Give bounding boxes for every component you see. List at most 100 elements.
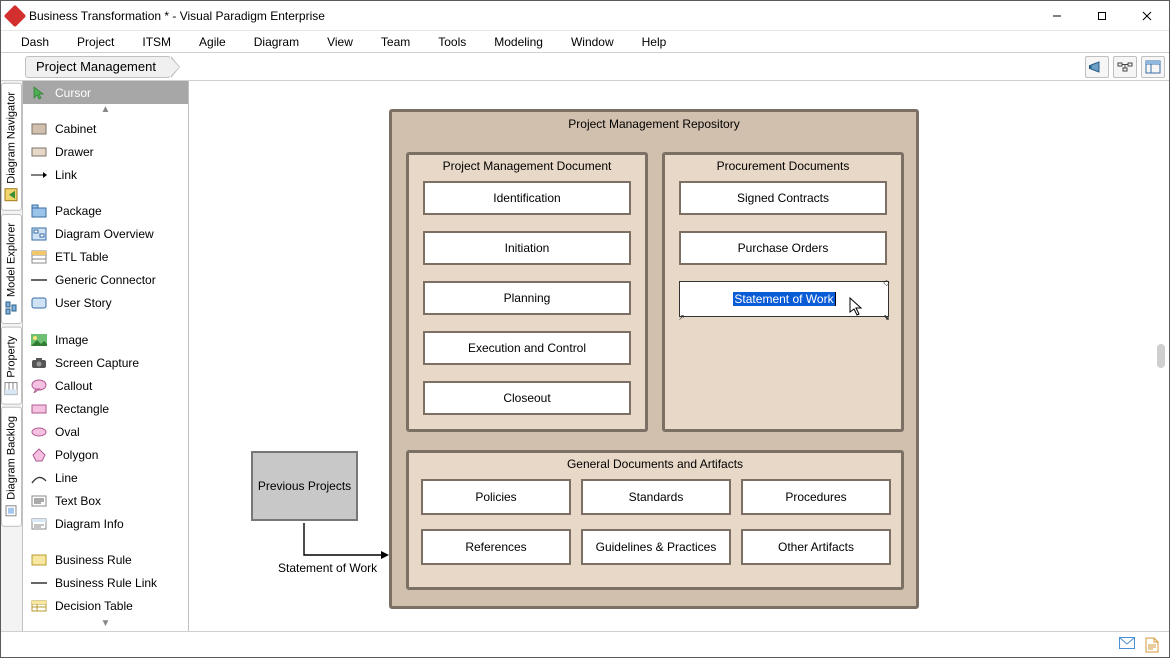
menu-view[interactable]: View	[313, 33, 367, 51]
sidetab-model-explorer[interactable]: Model Explorer	[1, 214, 22, 324]
doc-other[interactable]: Other Artifacts	[741, 529, 891, 565]
menu-team[interactable]: Team	[367, 33, 424, 51]
palette-oval[interactable]: Oval	[23, 420, 188, 443]
palette-cursor[interactable]: Cursor	[23, 81, 188, 104]
palette-expand-5[interactable]: ▼	[23, 618, 188, 631]
palette-textbox[interactable]: Text Box	[23, 489, 188, 512]
menu-project[interactable]: Project	[63, 33, 128, 51]
doc-identification[interactable]: Identification	[423, 181, 631, 215]
window-title: Business Transformation * - Visual Parad…	[29, 9, 1034, 23]
doc-references[interactable]: References	[421, 529, 571, 565]
cursor-icon	[31, 86, 47, 100]
palette-userstory[interactable]: User Story	[23, 292, 188, 315]
doc-purchase-orders[interactable]: Purchase Orders	[679, 231, 887, 265]
menu-itsm[interactable]: ITSM	[128, 33, 185, 51]
doc-policies[interactable]: Policies	[421, 479, 571, 515]
palette-expand-4[interactable]	[23, 535, 188, 548]
doc-guidelines[interactable]: Guidelines & Practices	[581, 529, 731, 565]
breadcrumb[interactable]: Project Management	[25, 56, 171, 78]
diagraminfo-icon	[31, 517, 47, 531]
breadcrumb-label: Project Management	[36, 59, 156, 74]
palette-connector[interactable]: Generic Connector	[23, 269, 188, 292]
oval-icon	[31, 425, 47, 439]
menu-window[interactable]: Window	[557, 33, 628, 51]
menu-agile[interactable]: Agile	[185, 33, 240, 51]
menu-diagram[interactable]: Diagram	[240, 33, 313, 51]
cabinet-repository[interactable]: Project Management Repository Project Ma…	[389, 109, 919, 609]
bizrulelink-icon	[31, 576, 47, 590]
doc-closeout[interactable]: Closeout	[423, 381, 631, 415]
property-icon	[5, 381, 19, 395]
palette-decisiontable[interactable]: Decision Table	[23, 595, 188, 618]
palette-link[interactable]: Link	[23, 163, 188, 186]
edge-prev-to-repo	[249, 519, 395, 559]
menu-tools[interactable]: Tools	[424, 33, 480, 51]
doc-initiation[interactable]: Initiation	[423, 231, 631, 265]
doc-sow-input[interactable]: Statement of Work	[733, 292, 834, 306]
side-tabs: Diagram Navigator Model Explorer Propert…	[1, 81, 23, 631]
palette-expand-3[interactable]	[23, 315, 188, 328]
bizrule-icon	[31, 553, 47, 567]
menu-help[interactable]: Help	[628, 33, 681, 51]
palette-rectangle[interactable]: Rectangle	[23, 397, 188, 420]
node-previous-projects[interactable]: Previous Projects	[251, 451, 358, 521]
palette-image[interactable]: Image	[23, 328, 188, 351]
palette-etl[interactable]: ETL Table	[23, 246, 188, 269]
palette-callout[interactable]: Callout	[23, 374, 188, 397]
palette-bizrulelink[interactable]: Business Rule Link	[23, 572, 188, 595]
backlog-icon	[5, 504, 19, 518]
edge-label-sow: Statement of Work	[278, 561, 377, 575]
palette-package[interactable]: Package	[23, 200, 188, 223]
palette-expand-1[interactable]: ▲	[23, 104, 188, 117]
menu-dash[interactable]: Dash	[7, 33, 63, 51]
resize-handle-br[interactable]: ⬊	[883, 313, 890, 320]
note-icon[interactable]	[1145, 637, 1161, 653]
minimize-button[interactable]	[1034, 1, 1079, 30]
image-icon	[31, 333, 47, 347]
doc-sow-editing[interactable]: Statement of Work ◇ ↗ ⬊	[679, 281, 889, 317]
doc-standards[interactable]: Standards	[581, 479, 731, 515]
vertical-scrollbar[interactable]	[1153, 81, 1169, 631]
panes-button[interactable]	[1141, 56, 1165, 78]
drawer-title-proc: Procurement Documents	[665, 155, 901, 175]
connector-icon	[31, 273, 47, 287]
close-button[interactable]	[1124, 1, 1169, 30]
layout-button[interactable]	[1113, 56, 1137, 78]
palette-diagraminfo[interactable]: Diagram Info	[23, 512, 188, 535]
resize-handle-bl[interactable]: ↗	[678, 313, 685, 320]
drawer-procurement[interactable]: Procurement Documents Signed Contracts P…	[662, 152, 904, 432]
palette-bizrule[interactable]: Business Rule	[23, 549, 188, 572]
textbox-icon	[31, 494, 47, 508]
doc-procedures[interactable]: Procedures	[741, 479, 891, 515]
doc-planning[interactable]: Planning	[423, 281, 631, 315]
explorer-icon	[5, 301, 19, 315]
scrollbar-thumb[interactable]	[1157, 344, 1165, 368]
palette-line[interactable]: Line	[23, 466, 188, 489]
drawer-pm-doc[interactable]: Project Management Document Identificati…	[406, 152, 648, 432]
palette-overview[interactable]: Diagram Overview	[23, 223, 188, 246]
palette-cabinet[interactable]: Cabinet	[23, 117, 188, 140]
resize-handle-tr[interactable]: ◇	[883, 278, 890, 285]
maximize-button[interactable]	[1079, 1, 1124, 30]
sidetab-property[interactable]: Property	[1, 327, 22, 405]
drawer-general[interactable]: General Documents and Artifacts Policies…	[406, 450, 904, 590]
palette-drawer[interactable]: Drawer	[23, 140, 188, 163]
line-icon	[31, 471, 47, 485]
doc-execution[interactable]: Execution and Control	[423, 331, 631, 365]
toolbar: Project Management	[1, 53, 1169, 81]
app-icon	[7, 8, 23, 24]
main-body: Diagram Navigator Model Explorer Propert…	[1, 81, 1169, 631]
sidetab-diagram-backlog[interactable]: Diagram Backlog	[1, 407, 22, 527]
canvas[interactable]: Project Management Repository Project Ma…	[189, 81, 1169, 631]
mail-icon[interactable]	[1119, 637, 1135, 653]
status-bar	[1, 631, 1169, 657]
menu-modeling[interactable]: Modeling	[480, 33, 557, 51]
palette-expand-2[interactable]	[23, 186, 188, 199]
doc-signed-contracts[interactable]: Signed Contracts	[679, 181, 887, 215]
capture-icon	[31, 356, 47, 370]
palette-capture[interactable]: Screen Capture	[23, 351, 188, 374]
announce-button[interactable]	[1085, 56, 1109, 78]
polygon-icon	[31, 448, 47, 462]
palette-polygon[interactable]: Polygon	[23, 443, 188, 466]
sidetab-diagram-navigator[interactable]: Diagram Navigator	[1, 83, 22, 211]
